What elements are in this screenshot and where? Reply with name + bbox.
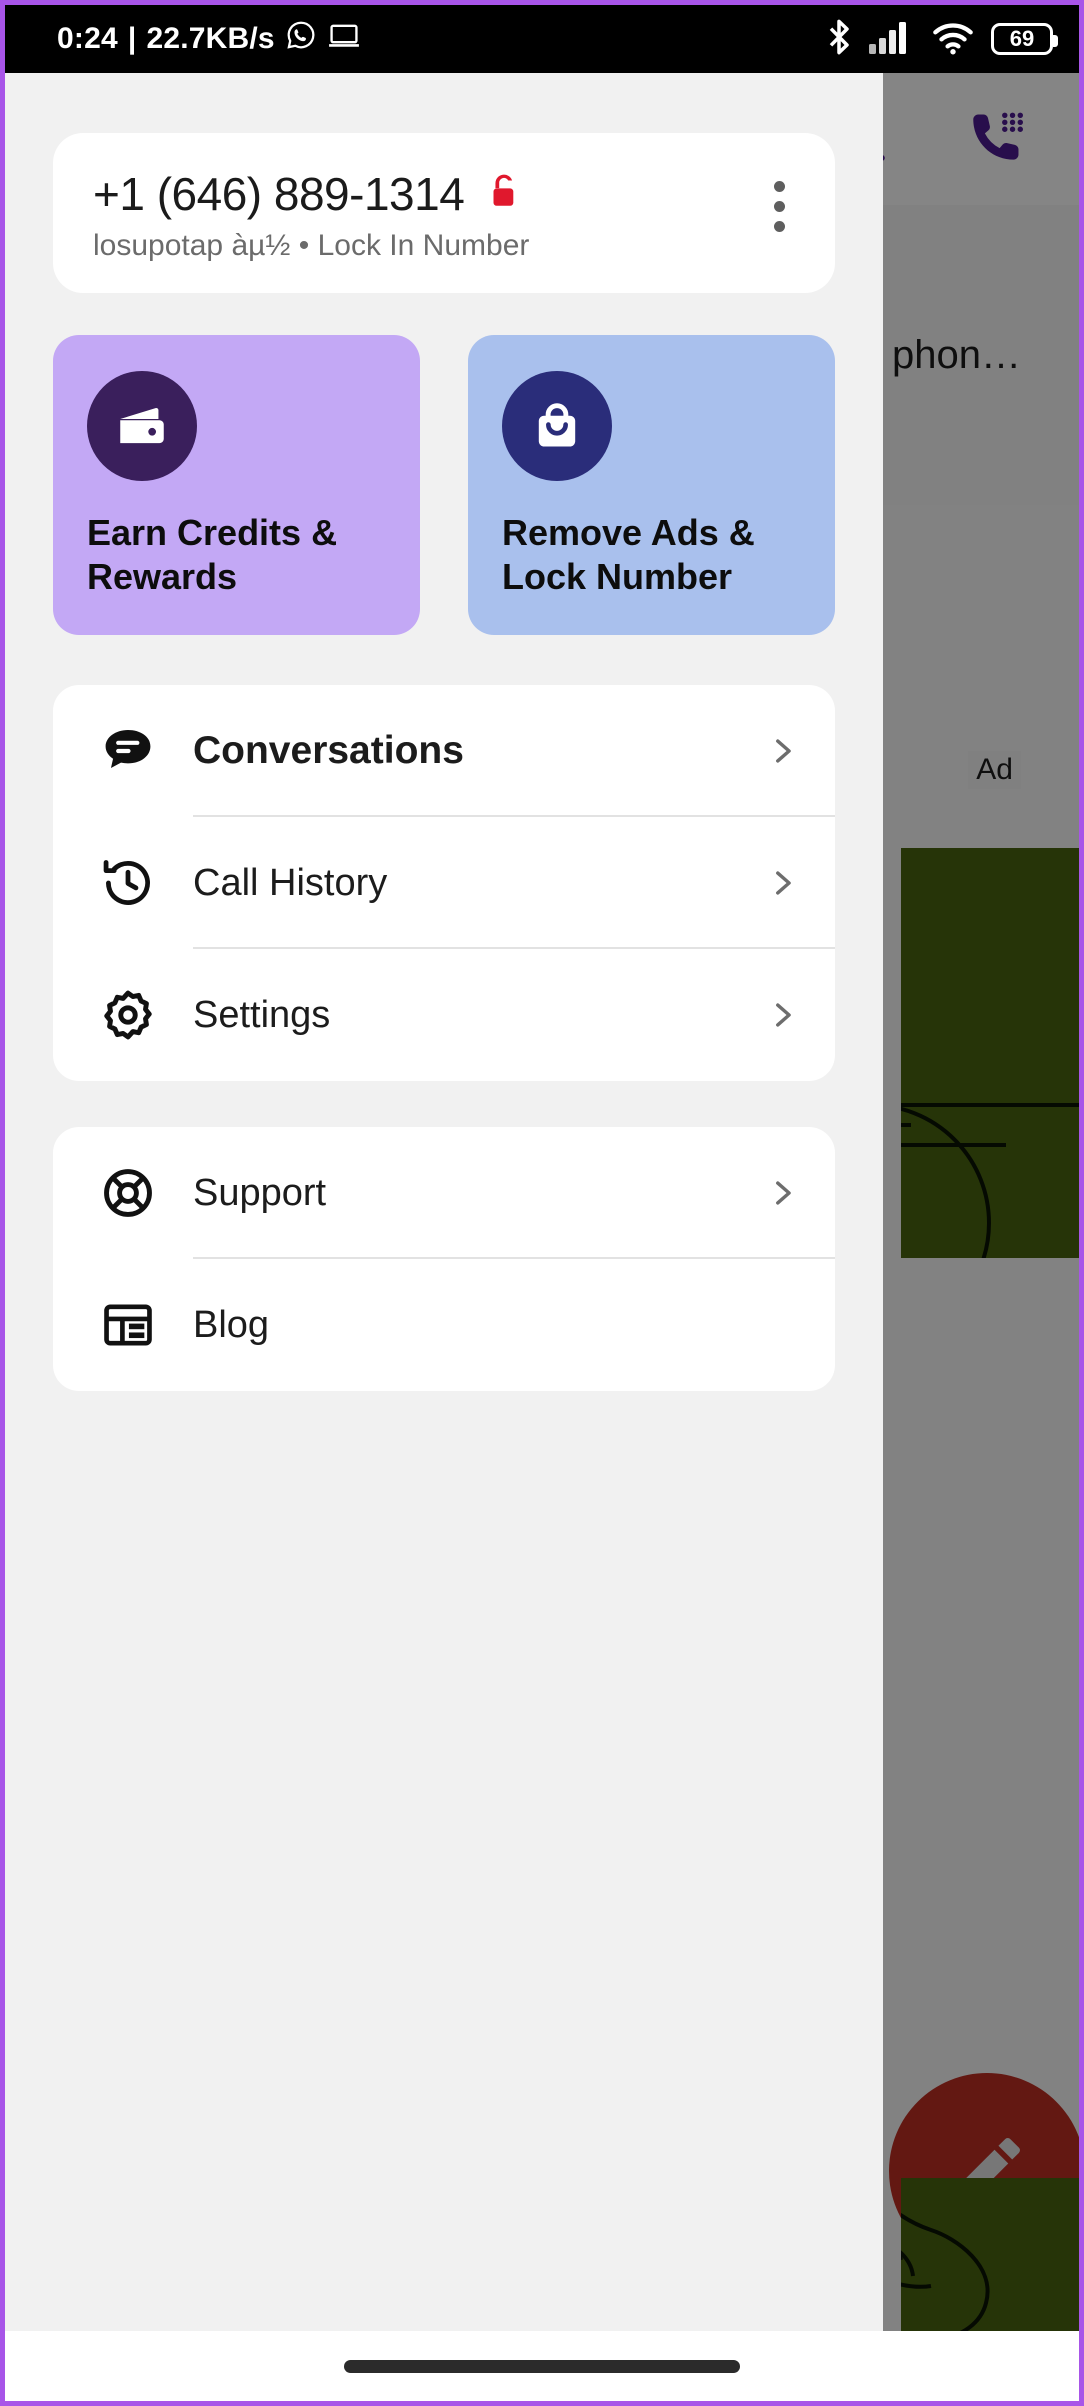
menu-group-secondary: Support Blog [53,1127,835,1391]
phone-number-card[interactable]: +1 (646) 889-1314 losupotap àµ½ • Lock I… [53,133,835,293]
menu-item-label: Support [193,1171,327,1214]
unlocked-padlock-icon [486,172,522,217]
system-navigation-bar [5,2331,1079,2401]
blog-layout-icon [89,1297,167,1353]
chevron-right-icon [761,734,803,768]
menu-item-conversations[interactable]: Conversations [53,685,835,817]
menu-item-label: Conversations [193,729,464,772]
chevron-right-icon [761,1176,803,1210]
gear-icon [89,987,167,1043]
menu-group-primary: Conversations Call History Settings [53,685,835,1081]
promo-title: Earn Credits & Rewards [87,512,338,598]
menu-item-label: Settings [193,993,331,1036]
menu-item-call-history[interactable]: Call History [53,817,835,949]
history-clock-icon [89,855,167,911]
promo-earn-credits[interactable]: Earn Credits & Rewards [53,335,420,635]
menu-item-blog[interactable]: Blog [53,1259,835,1391]
menu-item-label: Blog [193,1303,270,1346]
home-gesture-pill[interactable] [344,2359,740,2373]
status-time: 0:24 [57,22,118,55]
lifebuoy-icon [89,1165,167,1221]
menu-item-label: Call History [193,861,388,904]
status-network-speed: 22.7KB/s [146,22,275,55]
chat-bubble-icon [89,723,167,779]
wallet-icon [87,371,197,481]
chevron-right-icon [761,998,803,1032]
screencast-icon [327,19,361,59]
more-vertical-icon[interactable] [764,167,795,246]
phone-number-subtitle: losupotap àµ½ • Lock In Number [93,229,530,262]
phone-number: +1 (646) 889-1314 [93,168,465,220]
menu-item-settings[interactable]: Settings [53,949,835,1081]
shopping-bag-icon [502,371,612,481]
status-separator: | [127,22,137,55]
whatsapp-icon [285,19,317,59]
navigation-drawer: +1 (646) 889-1314 losupotap àµ½ • Lock I… [5,73,883,2331]
chevron-right-icon [761,866,803,900]
battery-level: 69 [1009,26,1035,51]
wifi-icon [931,19,975,60]
promo-remove-ads[interactable]: Remove Ads & Lock Number [468,335,835,635]
menu-item-support[interactable]: Support [53,1127,835,1259]
cellular-signal-icon [869,20,915,59]
device-frame: ur phon… Ad +1 (646) 889-1314 losupotap … [0,0,1084,2406]
promo-title: Remove Ads & Lock Number [502,512,755,598]
battery-indicator: 69 [991,23,1058,55]
promo-tiles: Earn Credits & Rewards Remove Ads & Lock… [53,335,835,635]
status-bar: 0:24 | 22.7KB/s 69 [5,5,1079,73]
bluetooth-icon [825,17,853,62]
